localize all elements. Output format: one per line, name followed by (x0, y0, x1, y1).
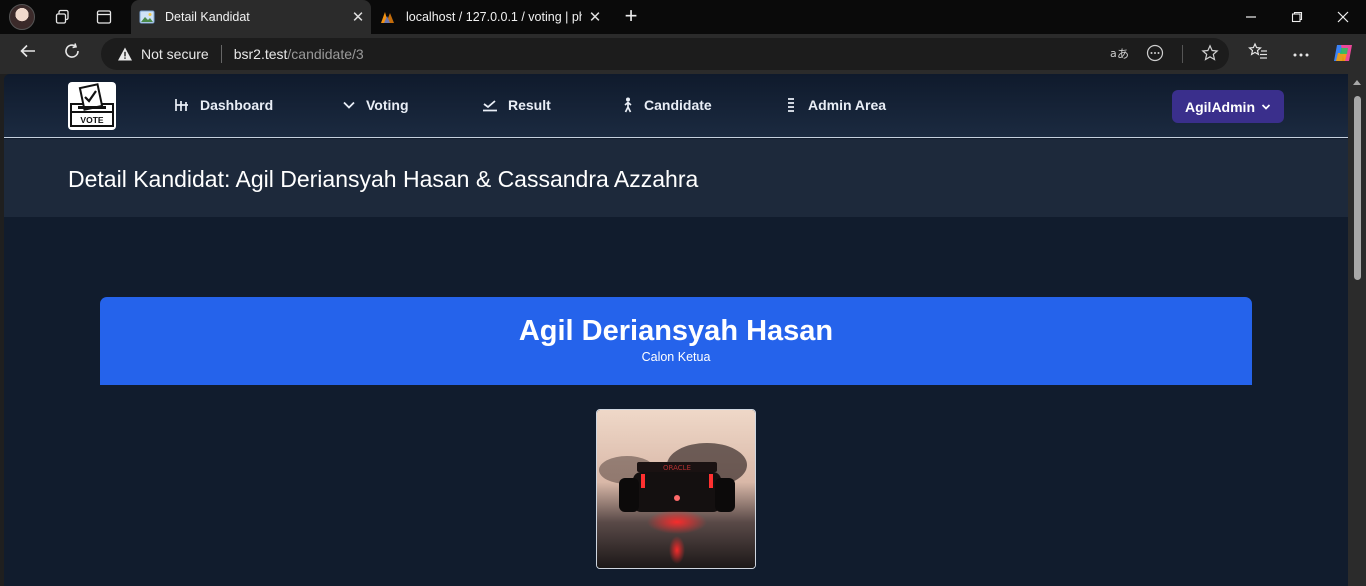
nav-label: Result (508, 97, 551, 113)
nav-label: Admin Area (808, 97, 887, 113)
svg-text:a: a (1110, 47, 1117, 60)
scroll-up-icon[interactable] (1353, 80, 1361, 85)
nav-dashboard[interactable]: Dashboard (174, 94, 273, 116)
restore-icon[interactable] (1274, 0, 1320, 34)
nav-label: Dashboard (200, 97, 274, 113)
logo-text: VOTE (80, 115, 103, 125)
tab-phpmyadmin[interactable]: localhost / 127.0.0.1 / voting | php ✕ (372, 0, 608, 34)
workspaces-icon[interactable] (50, 5, 76, 29)
settings-more-icon[interactable] (1288, 42, 1314, 66)
close-window-icon[interactable] (1320, 0, 1366, 34)
nav-voting[interactable]: Voting (342, 94, 409, 116)
new-tab-icon[interactable]: + (618, 5, 644, 29)
url-host: bsr2.test (233, 46, 288, 62)
candidate-role: Calon Ketua (641, 350, 711, 364)
vertical-scrollbar[interactable] (1348, 74, 1366, 586)
check-icon (483, 100, 497, 112)
tab-title: localhost / 127.0.0.1 / voting | php (406, 10, 582, 24)
url-path: /candidate/3 (287, 46, 364, 62)
page-viewport: VOTE Dashboard Voting Result Candidate A… (4, 74, 1348, 586)
page-header: Detail Kandidat: Agil Deriansyah Hasan &… (4, 139, 1348, 217)
minimize-icon[interactable] (1228, 0, 1274, 34)
candidate-photo: ORACLE (596, 409, 756, 569)
nav-admin-area[interactable]: Admin Area (784, 94, 886, 116)
user-name: AgilAdmin (1185, 98, 1255, 115)
tab-actions-icon[interactable] (91, 5, 117, 29)
phpmyadmin-favicon-icon (381, 12, 394, 23)
profile-avatar[interactable] (9, 4, 35, 30)
candidate-name: Agil Deriansyah Hasan (518, 315, 834, 347)
warning-icon (118, 47, 132, 61)
chevron-down-icon (343, 101, 355, 109)
user-menu-button[interactable]: AgilAdmin (1172, 90, 1284, 123)
dashboard-icon (175, 99, 188, 111)
vote-logo[interactable]: VOTE (68, 82, 116, 130)
image-favicon-icon (139, 10, 155, 24)
chevron-down-icon (1261, 103, 1271, 110)
security-status[interactable]: Not secure (141, 46, 209, 62)
favorites-list-icon[interactable] (1245, 42, 1271, 66)
nav-result[interactable]: Result (482, 94, 551, 116)
browser-tab-bar: Detail Kandidat ✕ localhost / 127.0.0.1 … (0, 0, 1366, 34)
tab-detail-kandidat[interactable]: Detail Kandidat ✕ (131, 0, 371, 34)
favorite-star-icon[interactable] (1201, 43, 1219, 65)
nav-candidate[interactable]: Candidate (622, 94, 712, 116)
more-options-circle-icon[interactable] (1146, 44, 1164, 65)
copilot-icon[interactable] (1330, 42, 1356, 66)
nav-label: Candidate (644, 97, 712, 113)
nav-label: Voting (366, 97, 409, 113)
reload-icon[interactable] (59, 42, 85, 66)
close-tab-icon[interactable]: ✕ (582, 8, 608, 26)
svg-text:あ: あ (1117, 47, 1128, 61)
list-icon (788, 98, 794, 112)
close-tab-icon[interactable]: ✕ (345, 8, 371, 26)
address-bar[interactable]: Not secure bsr2.test/candidate/3 aあ (101, 38, 1229, 70)
site-navbar: VOTE Dashboard Voting Result Candidate A… (4, 74, 1348, 138)
back-arrow-icon[interactable] (15, 42, 41, 66)
page-title: Detail Kandidat: Agil Deriansyah Hasan &… (68, 166, 699, 192)
candidate-card-header: Agil Deriansyah Hasan Calon Ketua (100, 297, 1252, 385)
tab-title: Detail Kandidat (165, 10, 250, 24)
read-aloud-icon[interactable]: aあ (1110, 45, 1129, 64)
svg-text:ORACLE: ORACLE (663, 464, 691, 472)
person-icon (624, 97, 632, 113)
scrollbar-thumb[interactable] (1354, 96, 1361, 280)
browser-toolbar: Not secure bsr2.test/candidate/3 aあ (0, 34, 1366, 74)
